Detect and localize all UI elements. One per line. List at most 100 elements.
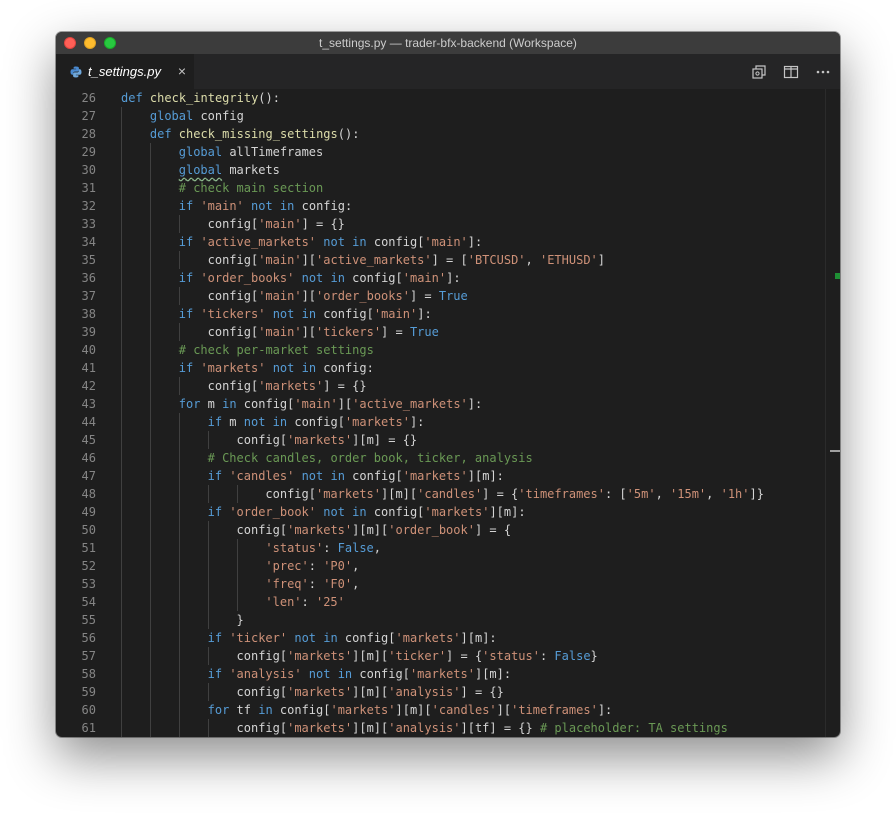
close-window-button[interactable] xyxy=(64,37,76,49)
code-line[interactable]: 45 config['markets'][m] = {} xyxy=(56,431,840,449)
code-token: } xyxy=(590,649,598,663)
indent-guide xyxy=(178,413,180,431)
indent-guide xyxy=(121,593,122,611)
code-text: 'status': False, xyxy=(265,539,381,557)
code-token: ][ xyxy=(496,703,512,717)
code-line[interactable]: 44 if m not in config['markets']: xyxy=(56,413,840,431)
indent-guide xyxy=(236,485,238,503)
code-line[interactable]: 42 config['markets'] = {} xyxy=(56,377,840,395)
code-text: } xyxy=(237,611,244,629)
code-line[interactable]: 53 'freq': 'F0', xyxy=(56,575,840,593)
code-line[interactable]: 50 config['markets'][m]['order_book'] = { xyxy=(56,521,840,539)
code-token: ][m]: xyxy=(489,505,526,519)
code-line[interactable]: 34 if 'active_markets' not in config['mai… xyxy=(56,233,840,251)
split-editor-icon[interactable] xyxy=(782,63,800,81)
indent-guide xyxy=(149,719,151,737)
indent-guide xyxy=(178,431,180,449)
code-line[interactable]: 37 config['main']['order_books'] = True xyxy=(56,287,840,305)
indent-guide xyxy=(149,179,151,197)
code-line[interactable]: 52 'prec': 'P0', xyxy=(56,557,840,575)
code-line[interactable]: 28 def check_missing_settings(): xyxy=(56,125,840,143)
code-line[interactable]: 51 'status': False, xyxy=(56,539,840,557)
code-line[interactable]: 30 global markets xyxy=(56,161,840,179)
code-line[interactable]: 54 'len': '25' xyxy=(56,593,840,611)
code-text: config['main'] = {} xyxy=(208,215,345,233)
indent-guide xyxy=(207,593,209,611)
code-line[interactable]: 39 config['main']['tickers'] = True xyxy=(56,323,840,341)
code-line[interactable]: 57 config['markets'][m]['ticker'] = {'sta… xyxy=(56,647,840,665)
code-token: global xyxy=(178,163,223,177)
line-number: 49 xyxy=(81,505,96,519)
code-token: config[ xyxy=(236,433,288,447)
code-token: 'tickers' xyxy=(200,307,266,321)
code-text: for m in config['main']['active_markets'… xyxy=(179,395,482,413)
code-line[interactable]: 31 # check main section xyxy=(56,179,840,197)
line-number: 31 xyxy=(81,181,96,195)
code-line[interactable]: 27 global config xyxy=(56,107,840,125)
code-line[interactable]: 35 config['main']['active_markets'] = ['B… xyxy=(56,251,840,269)
code-token: config[ xyxy=(265,487,316,501)
tab-t-settings[interactable]: t_settings.py × xyxy=(56,54,194,89)
indent-guide xyxy=(121,251,122,269)
code-token: 'main' xyxy=(258,253,302,267)
code-token: 'main' xyxy=(200,199,244,213)
code-text: 'freq': 'F0', xyxy=(265,575,359,593)
indent-guide xyxy=(149,431,151,449)
code-line[interactable]: 55} xyxy=(56,611,840,629)
more-actions-icon[interactable] xyxy=(814,63,832,81)
code-line[interactable]: 46 # Check candles, order book, ticker, a… xyxy=(56,449,840,467)
code-token: global xyxy=(178,145,223,159)
code-token: ][ xyxy=(301,325,317,339)
code-line[interactable]: 47 if 'candles' not in config['markets'][… xyxy=(56,467,840,485)
code-line[interactable]: 40 # check per-market settings xyxy=(56,341,840,359)
minimize-window-button[interactable] xyxy=(84,37,96,49)
code-line[interactable]: 32 if 'main' not in config: xyxy=(56,197,840,215)
code-text: # check per-market settings xyxy=(179,341,374,359)
code-token: not in xyxy=(308,667,353,681)
code-line[interactable]: 26 def check_integrity(): xyxy=(56,89,840,107)
code-token: 'candles' xyxy=(417,487,483,501)
close-tab-button[interactable]: × xyxy=(178,54,186,89)
code-line[interactable]: 43 for m in config['main']['active_market… xyxy=(56,395,840,413)
code-token: 'active_markets' xyxy=(200,235,317,249)
indent-guide xyxy=(149,449,151,467)
code-line[interactable]: 38 if 'tickers' not in config['main']: xyxy=(56,305,840,323)
code-token: ] = {} xyxy=(301,217,345,231)
indent-guide xyxy=(121,143,122,161)
code-token: 'markets' xyxy=(287,685,353,699)
code-line[interactable]: 56 if 'ticker' not in config['markets'][m… xyxy=(56,629,840,647)
code-token: check_missing_settings xyxy=(178,127,338,141)
code-token: True xyxy=(409,325,439,339)
indent-guide xyxy=(178,701,180,719)
line-number: 34 xyxy=(81,235,96,249)
indent-guide xyxy=(178,611,180,629)
code-token: config: xyxy=(294,199,353,213)
code-editor[interactable]: 26 def check_integrity(): 27 global config 2… xyxy=(56,89,840,737)
indent-guide xyxy=(121,395,122,413)
line-number: 55 xyxy=(81,613,96,627)
code-token: 'main' xyxy=(258,289,302,303)
code-line[interactable]: 41 if 'markets' not in config: xyxy=(56,359,840,377)
code-line[interactable]: 58 if 'analysis' not in config['markets']… xyxy=(56,665,840,683)
tab-bar: t_settings.py × xyxy=(56,54,840,89)
code-line[interactable]: 33 config['main'] = {} xyxy=(56,215,840,233)
code-line[interactable]: 61 config['markets'][m]['analysis'][tf] =… xyxy=(56,719,840,737)
indent-guide xyxy=(149,593,151,611)
open-changes-icon[interactable] xyxy=(750,63,768,81)
code-line[interactable]: 29 global allTimeframes xyxy=(56,143,840,161)
zoom-window-button[interactable] xyxy=(104,37,116,49)
code-token: not in xyxy=(251,199,295,213)
code-token: config[ xyxy=(207,289,259,303)
code-line[interactable]: 49 if 'order_book' not in config['markets… xyxy=(56,503,840,521)
code-line[interactable]: 36 if 'order_books' not in config['main']… xyxy=(56,269,840,287)
indent-guide xyxy=(121,665,122,683)
indent-guide xyxy=(207,557,209,575)
code-token: ]: xyxy=(446,271,461,285)
code-line[interactable]: 48 config['markets'][m]['candles'] = {'ti… xyxy=(56,485,840,503)
line-number: 36 xyxy=(81,271,96,285)
vertical-scrollbar[interactable] xyxy=(825,89,840,737)
code-token: 'markets' xyxy=(395,631,461,645)
code-line[interactable]: 59 config['markets'][m]['analysis'] = {} xyxy=(56,683,840,701)
code-line[interactable]: 60 for tf in config['markets'][m]['candle… xyxy=(56,701,840,719)
code-token: not in xyxy=(272,361,317,375)
